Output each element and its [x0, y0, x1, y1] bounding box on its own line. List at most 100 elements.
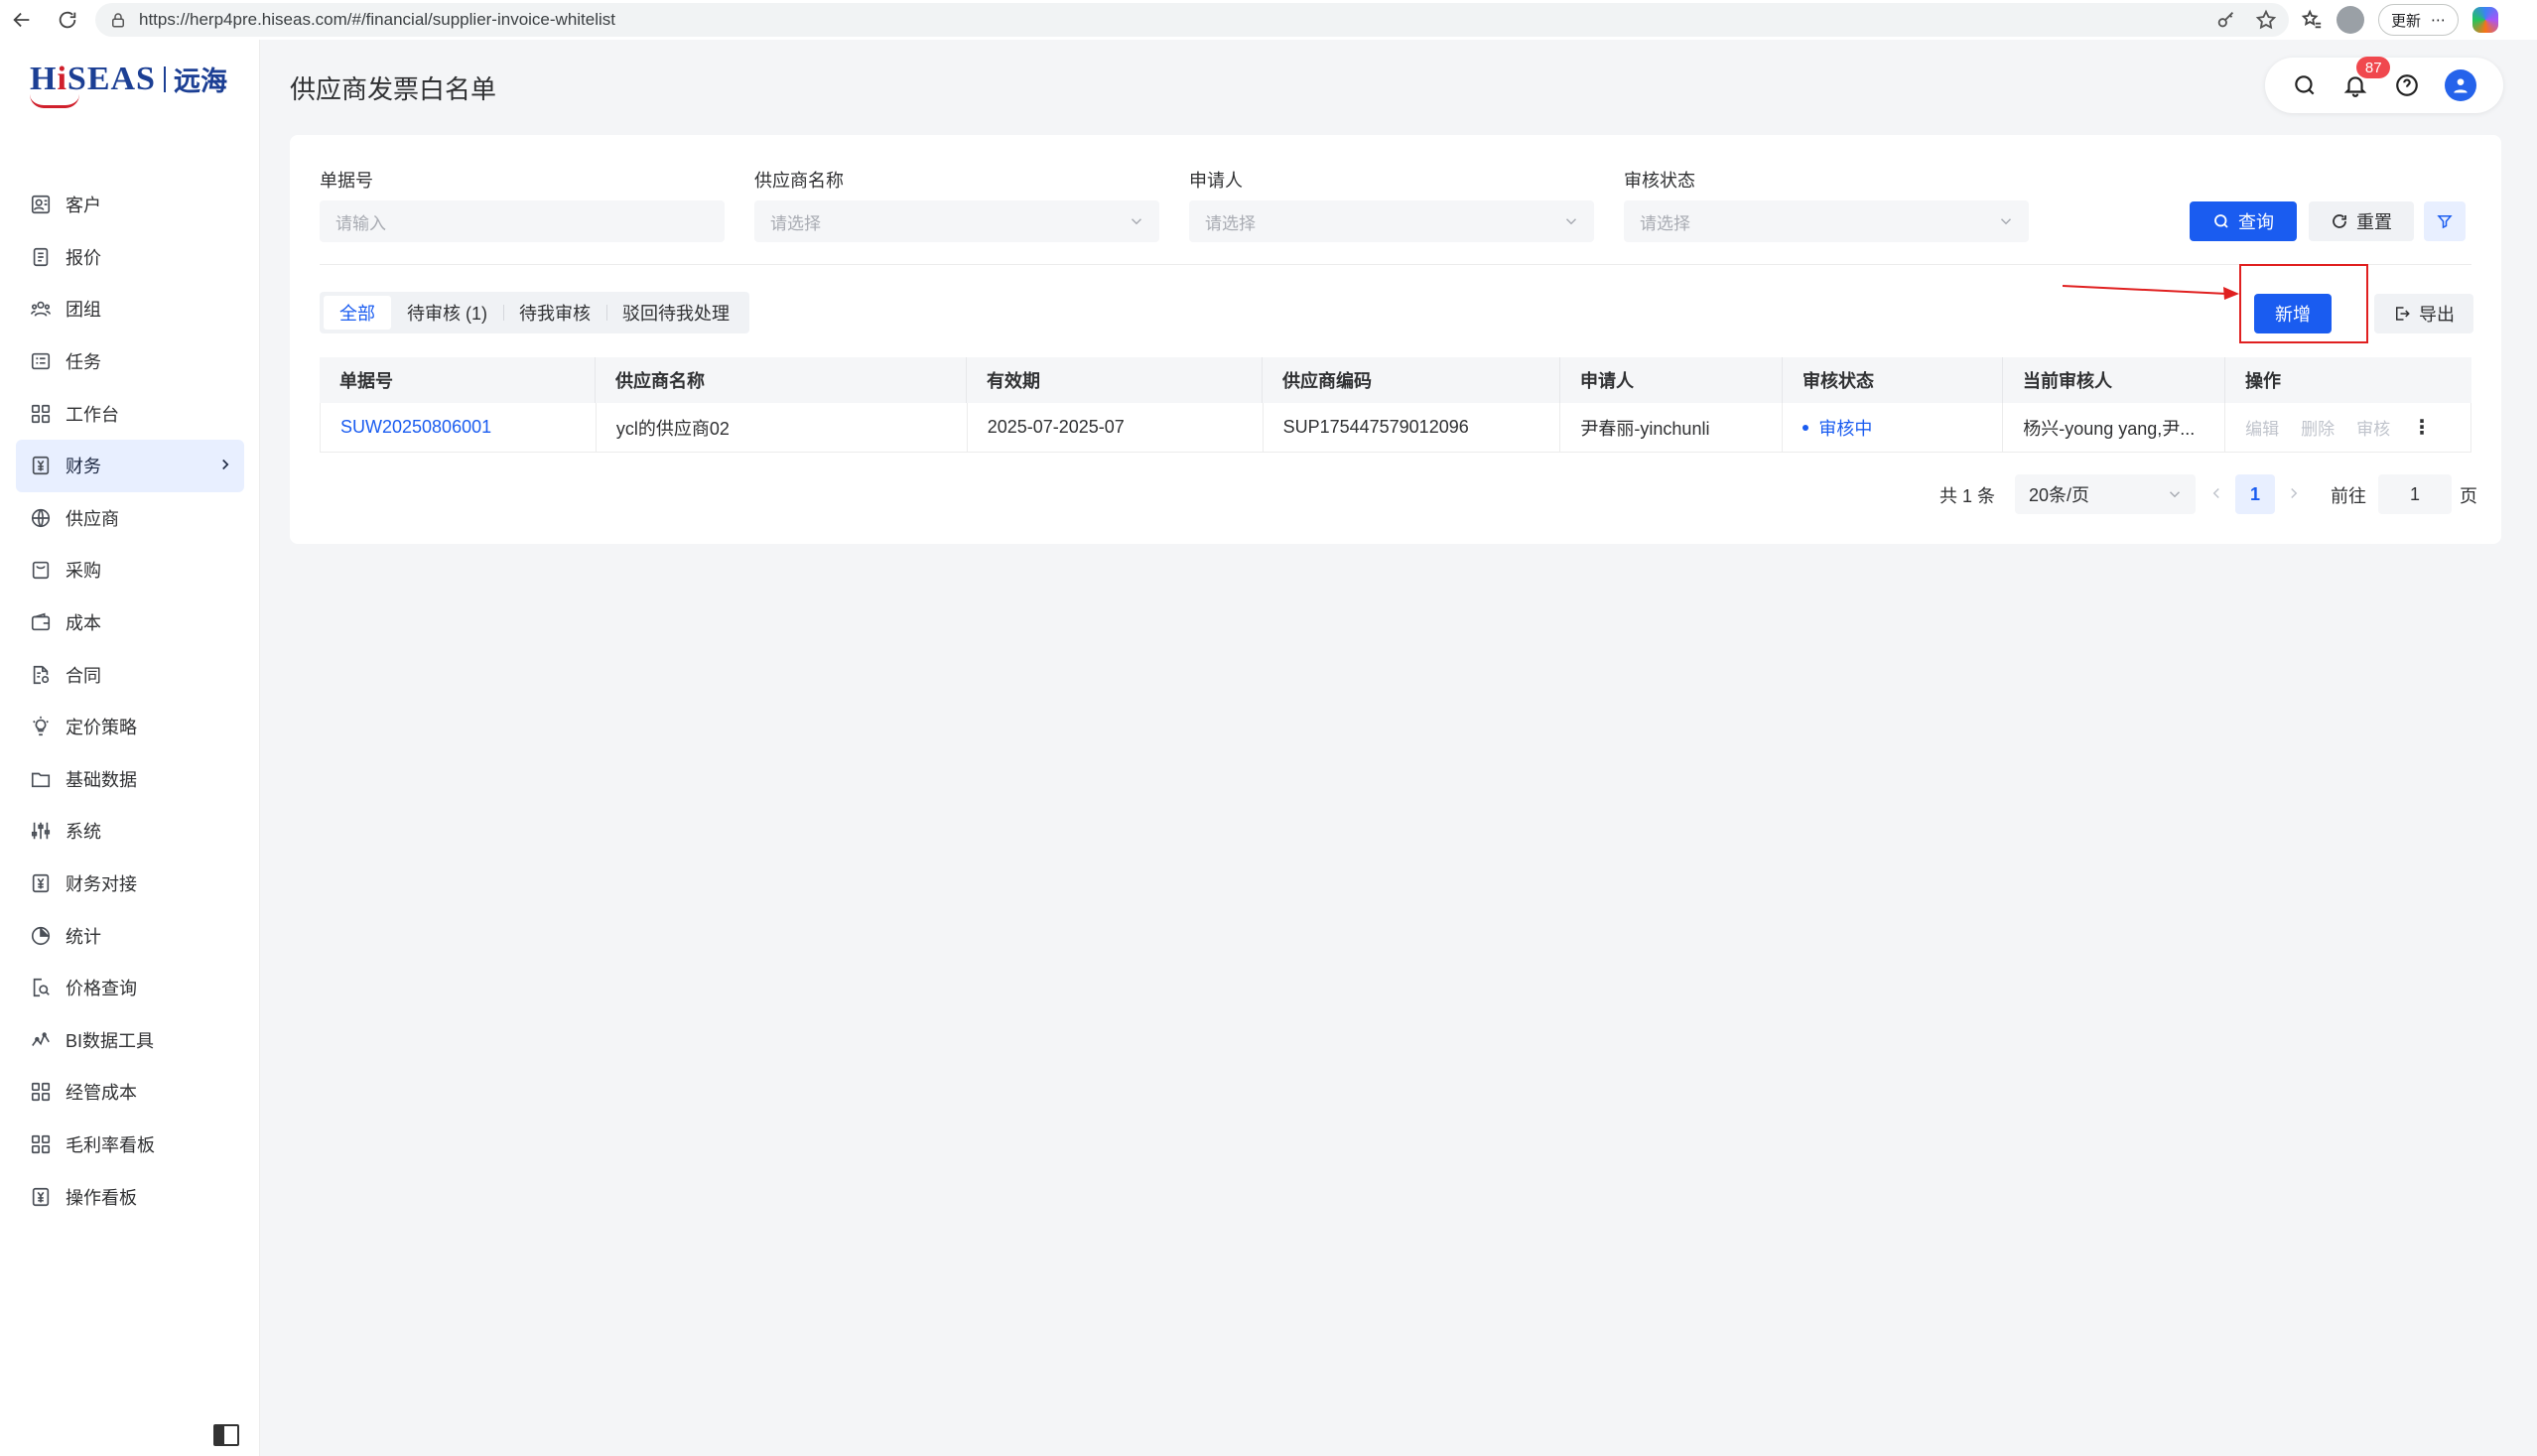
pagination-total: 共 1 条 [1939, 486, 1996, 506]
goto-page-input[interactable]: 1 [2378, 474, 2452, 514]
annotation-arrow [2063, 285, 2239, 300]
yen-icon [32, 1187, 50, 1206]
sidebar-item-contract[interactable]: 合同 [16, 648, 244, 701]
row-supplier: ycl的供应商02 [597, 403, 968, 452]
sliders-icon [31, 823, 51, 840]
sidebar-collapse-icon[interactable] [212, 1423, 240, 1447]
tab-my-review[interactable]: 待我审核 [503, 296, 606, 330]
review-button[interactable]: 审核 [2356, 415, 2390, 440]
key-icon[interactable] [2215, 9, 2237, 31]
row-actions: 编辑 删除 审核 ⋮ [2225, 403, 2472, 452]
search-icon [2214, 214, 2228, 228]
filter-label-supplier: 供应商名称 [754, 171, 844, 191]
tab-rejected[interactable]: 驳回待我处理 [606, 296, 745, 330]
sidebar-item-basedata[interactable]: 基础数据 [16, 753, 244, 806]
logo-brand: HiSEAS [30, 61, 156, 108]
user-icon [2454, 78, 2468, 93]
user-avatar[interactable] [2445, 69, 2477, 101]
copilot-icon[interactable] [2472, 7, 2499, 33]
search-doc-icon [33, 979, 50, 997]
help-icon[interactable] [2394, 72, 2420, 98]
sidebar-item-workbench[interactable]: 工作台 [16, 387, 244, 440]
prev-page-icon[interactable] [2207, 484, 2225, 502]
update-button[interactable]: 更新 ⋯ [2378, 4, 2460, 36]
search-icon[interactable] [2292, 72, 2318, 98]
yen-icon [32, 873, 50, 893]
row-doc-no-link[interactable]: SUW20250806001 [321, 403, 597, 452]
filter-label-applicant: 申请人 [1189, 171, 1243, 191]
filter-divider [320, 264, 2471, 265]
more-actions-icon[interactable]: ⋮ [2412, 415, 2432, 440]
sidebar-item-system[interactable]: 系统 [16, 805, 244, 858]
col-actions: 操作 [2245, 371, 2281, 391]
sidebar-item-mgmt-cost[interactable]: 经管成本 [16, 1066, 244, 1119]
delete-button[interactable]: 删除 [2301, 415, 2335, 440]
favorites-icon[interactable] [2301, 9, 2323, 31]
page-number-current[interactable]: 1 [2235, 474, 2275, 514]
status-text: 审核中 [1818, 418, 1873, 439]
sidebar-item-task[interactable]: 任务 [16, 335, 244, 388]
sidebar-item-finance-link[interactable]: 财务对接 [16, 858, 244, 910]
whitelist-table: 单据号 供应商名称 有效期 供应商编码 申请人 审核状态 当前审核人 操作 SU… [320, 357, 2472, 453]
tab-pending[interactable]: 待审核 (1) [391, 296, 503, 330]
sidebar-item-supplier[interactable]: 供应商 [16, 492, 244, 545]
export-button[interactable]: 导出 [2374, 294, 2473, 333]
filter-label-status: 审核状态 [1624, 171, 1695, 191]
chevron-down-icon [2000, 218, 2012, 225]
row-supplier-code: SUP175447579012096 [1264, 403, 1561, 452]
sidebar-item-ops-board[interactable]: 操作看板 [16, 1170, 244, 1223]
status-select[interactable]: 请选择 [1624, 200, 2029, 242]
sidebar-item-price-query[interactable]: 价格查询 [16, 962, 244, 1014]
edit-button[interactable]: 编辑 [2245, 415, 2279, 440]
notification-badge: 87 [2356, 57, 2391, 78]
page-title: 供应商发票白名单 [290, 74, 497, 104]
wallet-icon [31, 612, 51, 631]
doc-no-input[interactable]: 请输入 [320, 200, 725, 242]
tab-all[interactable]: 全部 [324, 296, 391, 330]
chevron-down-icon [1565, 218, 1577, 225]
page-size-select[interactable]: 20条/页 [2015, 474, 2196, 514]
query-button[interactable]: 查询 [2190, 201, 2297, 241]
sidebar-item-stats[interactable]: 统计 [16, 909, 244, 962]
pie-icon [31, 926, 51, 945]
sidebar-item-purchase[interactable]: 采购 [16, 544, 244, 596]
row-reviewer: 杨兴-young yang,尹... [2003, 403, 2226, 452]
sidebar-item-group[interactable]: 团组 [16, 283, 244, 335]
reset-button[interactable]: 重置 [2309, 201, 2414, 241]
sidebar-item-quote[interactable]: 报价 [16, 231, 244, 284]
sidebar-item-customer[interactable]: 客户 [16, 179, 244, 231]
row-validity: 2025-07-2025-07 [968, 403, 1264, 452]
chevron-down-icon [2169, 491, 2181, 498]
profile-avatar[interactable] [2337, 6, 2364, 34]
sidebar-item-cost[interactable]: 成本 [16, 596, 244, 649]
col-applicant: 申请人 [1560, 357, 1783, 403]
supplier-select[interactable]: 请选择 [754, 200, 1159, 242]
back-icon[interactable] [6, 4, 38, 36]
site-info-icon[interactable] [109, 11, 127, 29]
page-header: 供应商发票白名单 87 [260, 40, 2537, 133]
sidebar-item-bi[interactable]: BI数据工具 [16, 1014, 244, 1067]
notification-button[interactable]: 87 [2342, 57, 2391, 98]
sidebar: HiSEAS 远海 客户 报价 团组 任务 工作台 财务 供应商 采购 成本 合… [0, 40, 260, 1456]
group-icon [31, 302, 51, 318]
reload-icon[interactable] [52, 4, 83, 36]
sidebar-menu: 客户 报价 团组 任务 工作台 财务 供应商 采购 成本 合同 定价策略 基础数… [16, 179, 244, 1223]
next-page-icon[interactable] [2285, 484, 2303, 502]
col-supplier: 供应商名称 [596, 357, 967, 403]
document-icon [33, 247, 49, 266]
filter-toggle-button[interactable] [2424, 201, 2466, 241]
header-toolbar: 87 [2265, 57, 2503, 113]
address-bar[interactable]: https://herp4pre.hiseas.com/#/financial/… [95, 3, 2289, 37]
more-icon: ⋯ [2431, 12, 2447, 29]
sidebar-item-finance[interactable]: 财务 [16, 439, 244, 492]
sidebar-item-margin-board[interactable]: 毛利率看板 [16, 1119, 244, 1171]
globe-icon [31, 508, 51, 527]
grid-icon [31, 1134, 51, 1154]
table-header: 单据号 供应商名称 有效期 供应商编码 申请人 审核状态 当前审核人 操作 [320, 357, 2471, 403]
logo-cn: 远海 [173, 66, 227, 96]
col-supplier-code: 供应商编码 [1263, 357, 1560, 403]
star-icon[interactable] [2255, 9, 2277, 31]
applicant-select[interactable]: 请选择 [1189, 200, 1594, 242]
sidebar-item-pricing[interactable]: 定价策略 [16, 701, 244, 753]
col-doc-no: 单据号 [320, 357, 596, 403]
